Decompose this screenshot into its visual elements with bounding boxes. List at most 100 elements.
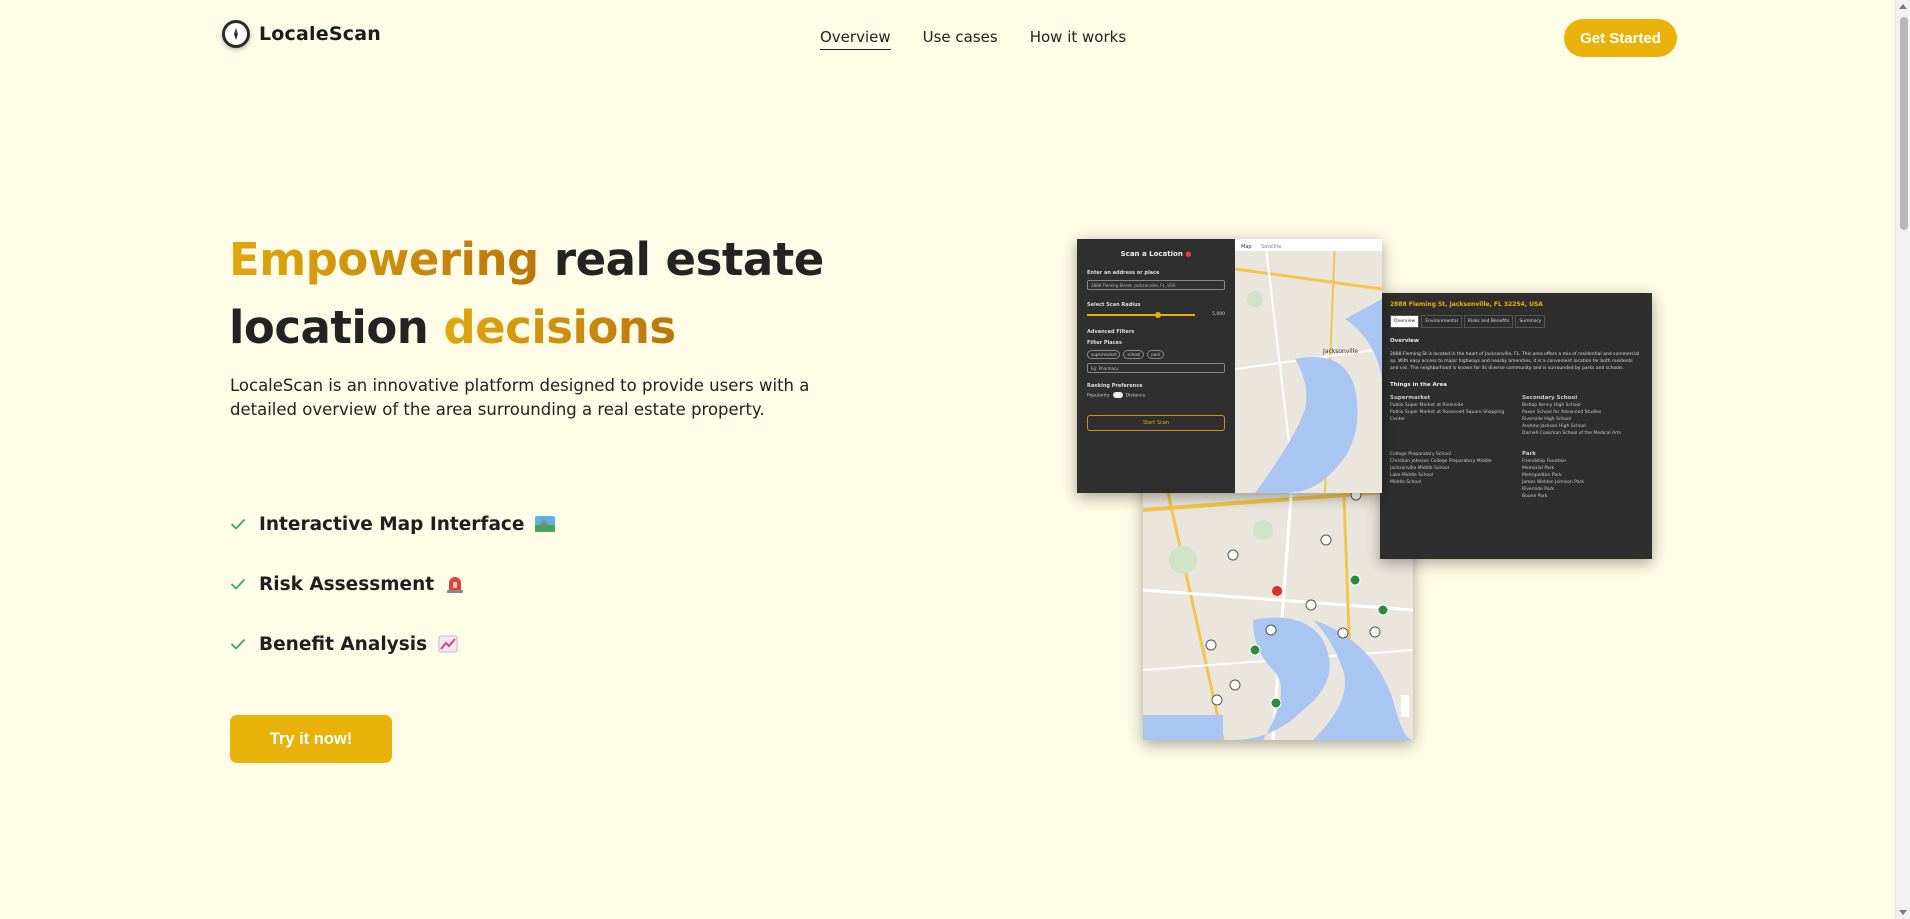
- details-content: 2888 Fleming St, Jacksonville, FL 32254,…: [1380, 293, 1652, 508]
- scroll-up-arrow-icon[interactable]: [1899, 4, 1907, 9]
- radius-label: Select Scan Radius: [1087, 302, 1141, 308]
- details-tab-environmental: Environmental: [1421, 315, 1462, 328]
- hero-title: Empowering real estate location decision…: [229, 226, 849, 362]
- chip: school: [1123, 350, 1145, 359]
- list-item: Christian Johnson College Preparatory Mi…: [1390, 459, 1492, 464]
- radius-slider: [1087, 311, 1195, 318]
- list-item: Middle School: [1390, 480, 1422, 485]
- feature-item: Risk Assessment: [230, 554, 556, 614]
- main-nav: Overview Use cases How it works: [820, 28, 1126, 50]
- nav-link-use-cases[interactable]: Use cases: [923, 28, 998, 50]
- page-scrollbar[interactable]: [1895, 0, 1910, 919]
- nav-link-overview[interactable]: Overview: [820, 28, 891, 50]
- try-it-now-button[interactable]: Try it now!: [230, 715, 392, 763]
- things-heading: Things in the Area: [1390, 382, 1447, 388]
- overview-heading: Overview: [1390, 338, 1419, 344]
- scan-map: Map Satellite Jacksonville: [1234, 239, 1382, 493]
- ranking-right: Distance: [1125, 393, 1146, 399]
- filter-label: Filter Places: [1087, 340, 1122, 346]
- map-emoji-icon: [534, 514, 556, 534]
- brand[interactable]: LocaleScan: [222, 20, 381, 48]
- address-field: 2888 Fleming Street, Jacksonville, FL, U…: [1087, 280, 1225, 290]
- park-column: Park Friendship Fountain Memorial Park M…: [1522, 451, 1642, 500]
- map-preview-screenshot: [1143, 470, 1413, 740]
- list-item: Friendship Fountain: [1522, 459, 1567, 464]
- hero-title-text-1: real estate: [538, 233, 824, 286]
- details-title: 2888 Fleming St, Jacksonville, FL 32254,…: [1390, 301, 1543, 308]
- list-item: Riverside High School: [1522, 417, 1572, 422]
- details-tabs: Overview Environmental Risks and Benefit…: [1390, 315, 1642, 328]
- nav-link-how-it-works[interactable]: How it works: [1030, 28, 1126, 50]
- feature-item: Interactive Map Interface: [230, 494, 556, 554]
- map-city-label: Jacksonville: [1322, 348, 1358, 355]
- feature-label: Benefit Analysis: [259, 633, 428, 655]
- list-item: James Weldon Johnson Park: [1522, 480, 1584, 485]
- ranking-toggle: [1112, 392, 1123, 398]
- feature-list: Interactive Map Interface Risk Assessmen…: [230, 494, 556, 674]
- feature-label: Risk Assessment: [259, 573, 435, 595]
- things-columns: Supermarket Publix Super Market at River…: [1390, 395, 1642, 437]
- feature-label: Interactive Map Interface: [259, 513, 525, 535]
- list-item: Andrew Jackson High School: [1522, 424, 1586, 429]
- school-heading: Secondary School: [1522, 395, 1578, 401]
- site-header: LocaleScan Overview Use cases How it wor…: [0, 0, 1895, 76]
- get-started-button[interactable]: Get Started: [1564, 19, 1677, 57]
- pin-icon: ●: [1185, 250, 1192, 258]
- list-item: Bishop Kenny High School: [1522, 403, 1581, 408]
- details-preview-screenshot: 2888 Fleming St, Jacksonville, FL 32254,…: [1380, 293, 1652, 559]
- details-tab-overview: Overview: [1390, 315, 1420, 328]
- list-item: Riverside Park: [1522, 487, 1555, 492]
- start-scan-button: Start Scan: [1087, 414, 1225, 431]
- list-item: Publix Super Market at Riverside: [1390, 403, 1464, 408]
- middle-school-column: College Preparatory School Christian Joh…: [1390, 451, 1510, 500]
- hero-description: LocaleScan is an innovative platform des…: [230, 376, 810, 419]
- hero-title-highlight-2: decisions: [443, 301, 676, 354]
- chip: park: [1147, 350, 1165, 359]
- list-item: Boone Park: [1522, 494, 1548, 499]
- details-tab-summary: Summary: [1515, 315, 1546, 328]
- supermarket-column: Supermarket Publix Super Market at River…: [1390, 395, 1510, 437]
- school-column: Secondary School Bishop Kenny High Schoo…: [1522, 395, 1642, 437]
- scan-form: Scan a Location ● Enter an address or pl…: [1077, 239, 1235, 493]
- scroll-thumb[interactable]: [1900, 17, 1908, 230]
- list-item: Jacksonville Middle School: [1390, 466, 1449, 471]
- radius-row: 5,000: [1087, 311, 1225, 318]
- chip: supermarket: [1087, 350, 1121, 359]
- overview-text: 2888 Fleming St is located in the heart …: [1390, 352, 1640, 371]
- scan-title: Scan a Location ●: [1087, 250, 1225, 258]
- park-heading: Park: [1522, 451, 1536, 457]
- ranking-toggle-row: Popularity Distance: [1087, 392, 1225, 399]
- list-item: College Preparatory School: [1390, 452, 1451, 457]
- check-icon: [230, 518, 250, 530]
- list-item: Paxon School for Advanced Studies: [1522, 410, 1602, 415]
- supermarket-heading: Supermarket: [1390, 395, 1431, 401]
- hero-title-highlight-1: Empowering: [229, 233, 539, 286]
- feature-item: Benefit Analysis: [230, 614, 556, 674]
- list-item: Darnell-Cookman School of the Medical Ar…: [1522, 431, 1622, 436]
- chart-increasing-emoji-icon: [437, 634, 459, 654]
- scan-preview-screenshot: Scan a Location ● Enter an address or pl…: [1077, 239, 1382, 493]
- list-item: Metropolitan Park: [1522, 473, 1562, 478]
- siren-emoji-icon: [444, 574, 466, 594]
- filter-field: Eg: Pharmacy: [1087, 363, 1225, 373]
- scan-title-text: Scan a Location: [1120, 250, 1183, 258]
- details-tab-risks: Risks and Benefits: [1463, 315, 1514, 328]
- things-columns-2: College Preparatory School Christian Joh…: [1390, 451, 1642, 500]
- radius-value: 5,000: [1212, 312, 1225, 317]
- compass-logo-icon: [222, 20, 250, 48]
- advanced-filters-label: Advanced Filters: [1087, 329, 1135, 335]
- map-image: [1143, 470, 1413, 740]
- map-tab-map: Map: [1241, 244, 1252, 250]
- filter-chips: supermarket school park: [1087, 350, 1225, 359]
- ranking-label: Ranking Preference: [1087, 383, 1143, 389]
- scan-map-image: Map Satellite Jacksonville: [1234, 239, 1382, 493]
- hero-title-text-2: location: [229, 301, 444, 354]
- brand-name: LocaleScan: [259, 23, 381, 45]
- check-icon: [230, 578, 250, 590]
- scroll-down-arrow-icon[interactable]: [1899, 910, 1907, 915]
- map-tab-satellite: Satellite: [1261, 244, 1281, 250]
- list-item: Publix Super Market at Roosevelt Square …: [1390, 410, 1505, 422]
- address-label: Enter an address or place: [1087, 270, 1160, 276]
- check-icon: [230, 638, 250, 650]
- list-item: Memorial Park: [1522, 466, 1555, 471]
